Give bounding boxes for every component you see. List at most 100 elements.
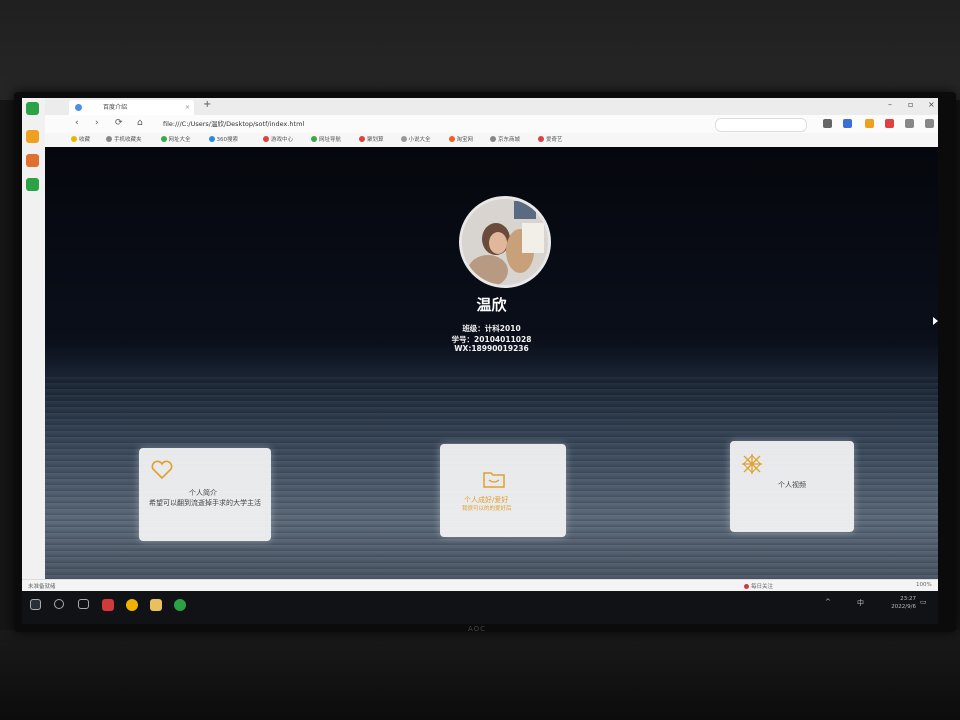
page-content: 温欣 班级：计科2010 学号：20104011028 WX:189900192…: [45, 147, 938, 579]
status-daily-label: 每日关注: [751, 584, 774, 590]
sidebar-collect-icon[interactable]: [26, 130, 39, 143]
browser-sidebar: [22, 98, 46, 606]
clock-time: 23:27: [900, 596, 916, 602]
search-input[interactable]: [715, 118, 807, 132]
card-intro-title: 个人简介: [189, 489, 217, 497]
bookmark-label: 手机收藏夹: [114, 137, 142, 143]
bookmark-item[interactable]: 手机收藏夹: [106, 135, 142, 143]
profile-name: 温欣: [476, 296, 507, 314]
avatar-photo: [462, 199, 548, 285]
profile-wx: WX:18990019236: [454, 344, 529, 353]
close-window-button[interactable]: ×: [928, 100, 935, 109]
bookmark-item[interactable]: 收藏: [71, 135, 90, 143]
windows-taskbar: ^ 中 23:27 2022/9/6 ▭: [22, 591, 938, 624]
bookmark-label: 京东商城: [498, 137, 521, 143]
bookmark-icon: [71, 136, 77, 142]
user-icon[interactable]: [865, 119, 874, 128]
bookmarks-bar: 收藏 手机收藏夹 网址大全 360搜索 游戏中心 网址导航 聚划算 小说大全 淘宝网 京东商城 爱奇…: [45, 133, 938, 148]
status-daily-button[interactable]: 每日关注: [744, 582, 773, 590]
bookmark-item[interactable]: 小说大全: [400, 135, 431, 143]
bookmark-label: 游戏中心: [271, 137, 294, 143]
forward-icon[interactable]: ›: [95, 118, 99, 128]
bookmark-icon: [538, 136, 544, 142]
bookmark-label: 网址大全: [168, 137, 191, 143]
bookmark-item[interactable]: 360搜索: [208, 135, 239, 143]
bookmark-icon: [400, 136, 407, 142]
task-view-icon[interactable]: [78, 599, 89, 609]
card-video-title: 个人视频: [778, 481, 806, 489]
bookmark-icon: [448, 136, 455, 142]
bookmark-icon: [359, 136, 365, 142]
bookmark-item[interactable]: 游戏中心: [263, 135, 293, 143]
bookmark-icon: [208, 136, 215, 142]
card-video[interactable]: 个人视频: [730, 441, 854, 532]
folder-app-icon[interactable]: [150, 599, 162, 611]
tab-title: 百度介绍: [103, 104, 128, 111]
room-wall: [0, 0, 960, 100]
bookmark-label: 爱奇艺: [546, 137, 563, 143]
game-icon[interactable]: [885, 119, 894, 128]
bookmark-icon: [263, 136, 269, 142]
sidebar-game-icon[interactable]: [26, 154, 39, 167]
bookmark-item[interactable]: 爱奇艺: [538, 135, 563, 143]
sidebar-app-icon[interactable]: [26, 178, 39, 191]
monitor-screen: 百度介绍 × + – ▫ × ‹ › ⟳ ⌂ file:///C:/Users/…: [22, 98, 938, 624]
notification-icon[interactable]: ▭: [920, 598, 927, 606]
folder-icon: [483, 472, 505, 488]
refresh-icon[interactable]: ⟳: [115, 118, 123, 128]
bookmark-item[interactable]: 网址大全: [160, 135, 191, 143]
start-icon[interactable]: [30, 599, 41, 610]
clock-date: 2022/9/6: [891, 604, 916, 610]
card-hobby-desc: 我很可以的的爱好后: [462, 506, 512, 512]
ime-indicator[interactable]: 中: [857, 598, 864, 608]
bookmark-icon: [311, 136, 317, 142]
bookmark-item[interactable]: 京东商城: [490, 135, 520, 143]
grid-icon[interactable]: [905, 119, 914, 128]
monitor-brand: AOC: [468, 625, 487, 633]
bookmark-icon: [490, 136, 496, 142]
url-input[interactable]: file:///C:/Users/温欣/Desktop/sotf/index.h…: [163, 118, 683, 130]
minimize-button[interactable]: –: [888, 100, 892, 109]
avatar: [459, 196, 551, 288]
cut-icon[interactable]: [823, 119, 832, 128]
bookmark-label: 小说大全: [408, 137, 431, 143]
bookmark-icon: [106, 136, 112, 142]
browser-logo-icon: [26, 102, 39, 115]
bookmark-label: 360搜索: [216, 137, 239, 143]
card-hobby[interactable]: 个人成好/爱好 我很可以的的爱好后: [440, 444, 566, 537]
address-bar: ‹ › ⟳ ⌂ file:///C:/Users/温欣/Desktop/sotf…: [45, 115, 938, 133]
heart-icon: [151, 460, 173, 480]
bookmark-icon: [160, 136, 167, 142]
bookmark-item[interactable]: 网址导航: [311, 135, 341, 143]
new-tab-button[interactable]: +: [203, 99, 211, 110]
profile-class: 班级：计科2010: [462, 324, 521, 333]
extension-icon[interactable]: [843, 119, 852, 128]
bookmark-label: 收藏: [79, 137, 91, 143]
tray-arrow-icon[interactable]: ^: [825, 598, 831, 606]
taskbar-clock[interactable]: 23:27 2022/9/6: [891, 595, 916, 611]
menu-icon[interactable]: [925, 119, 934, 128]
bookmark-label: 聚划算: [367, 137, 384, 143]
chrome-icon[interactable]: [126, 599, 138, 611]
gift-icon: [742, 454, 762, 474]
card-intro[interactable]: 个人简介 希望可以翻到流逝掉手求的大学主活: [139, 448, 271, 541]
app-red-icon[interactable]: [102, 599, 114, 611]
cursor-icon: [933, 317, 938, 325]
app-green-icon[interactable]: [174, 599, 186, 611]
search-icon[interactable]: [54, 599, 64, 609]
home-icon[interactable]: ⌂: [137, 118, 143, 128]
back-icon[interactable]: ‹: [75, 118, 79, 128]
bookmark-item[interactable]: 淘宝网: [448, 135, 474, 143]
tab-close-icon[interactable]: ×: [185, 100, 190, 115]
bookmark-item[interactable]: 聚划算: [359, 135, 384, 143]
card-intro-desc: 希望可以翻到流逝掉手求的大学主活: [149, 499, 261, 507]
zoom-level[interactable]: 100%: [916, 582, 932, 588]
tab-favicon-icon: [75, 104, 82, 111]
maximize-button[interactable]: ▫: [908, 100, 913, 109]
tab-bar: 百度介绍 × + – ▫ ×: [45, 98, 938, 115]
bookmark-label: 网址导航: [319, 137, 342, 143]
bookmark-label: 淘宝网: [456, 137, 474, 143]
tab-active[interactable]: 百度介绍 ×: [69, 100, 194, 115]
desk-surface: [0, 630, 960, 720]
daily-icon: [744, 584, 749, 589]
